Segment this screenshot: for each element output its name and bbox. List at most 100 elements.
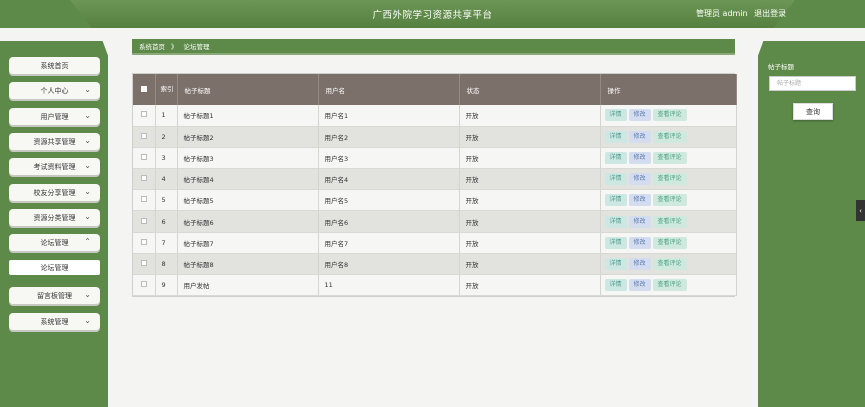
row-username: 用户名1 — [318, 105, 460, 127]
row-username: 用户名3 — [318, 147, 460, 170]
chevron-down-icon: ⌄ — [84, 290, 91, 299]
view-comments-button[interactable]: 查看评论 — [652, 130, 687, 143]
column-header-title: 帖子标题 — [177, 74, 319, 105]
sidebar-item-7[interactable]: 论坛管理 ⌃ — [9, 234, 100, 251]
user-role: 管理员 — [696, 9, 720, 18]
detail-button[interactable]: 详情 — [604, 257, 627, 270]
row-actions: 详情 修改 查看评论 — [600, 232, 737, 254]
sidebar-item-6[interactable]: 资源分类管理 ⌄ — [9, 209, 100, 226]
table-row: 2 帖子标题2 用户名2 开放 详情 修改 查看评论 — [133, 126, 737, 148]
row-username: 11 — [318, 274, 460, 297]
select-all-checkbox[interactable] — [141, 85, 147, 92]
breadcrumb-current: 论坛管理 — [183, 43, 210, 51]
view-comments-button[interactable]: 查看评论 — [652, 279, 687, 292]
search-input[interactable] — [769, 76, 856, 91]
table-row: 6 帖子标题6 用户名6 开放 详情 修改 查看评论 — [133, 210, 737, 233]
row-index: 1 — [155, 105, 178, 127]
row-title: 帖子标题5 — [177, 189, 319, 212]
chevron-left-icon[interactable]: ‹ — [856, 200, 865, 221]
row-checkbox-cell — [133, 210, 156, 233]
row-index: 9 — [155, 274, 178, 297]
username: admin — [722, 9, 748, 18]
sidebar-item-1[interactable]: 个人中心 ⌄ — [9, 82, 100, 99]
row-actions: 详情 修改 查看评论 — [600, 189, 737, 212]
row-checkbox-cell — [133, 274, 156, 297]
sidebar-item-label: 考试资料管理 — [33, 162, 76, 171]
sidebar-item-4[interactable]: 考试资料管理 ⌄ — [9, 158, 100, 175]
row-checkbox-cell — [133, 168, 156, 191]
row-checkbox[interactable] — [141, 238, 147, 245]
sidebar-subitem-forum[interactable]: 论坛管理 — [9, 260, 100, 275]
sidebar-item-3[interactable]: 资源共享管理 ⌄ — [9, 133, 100, 150]
edit-button[interactable]: 修改 — [628, 130, 651, 143]
breadcrumb: 系统首页 》 论坛管理 — [132, 39, 735, 55]
view-comments-button[interactable]: 查看评论 — [652, 151, 687, 164]
column-header-username: 用户名 — [318, 74, 460, 105]
view-comments-button[interactable]: 查看评论 — [652, 109, 687, 122]
view-comments-button[interactable]: 查看评论 — [652, 257, 687, 270]
column-header-status: 状态 — [459, 74, 601, 105]
detail-button[interactable]: 详情 — [604, 279, 627, 292]
view-comments-button[interactable]: 查看评论 — [652, 215, 687, 228]
chevron-down-icon: ⌄ — [84, 161, 91, 170]
row-title: 用户发帖 — [177, 274, 319, 297]
edit-button[interactable]: 修改 — [628, 215, 651, 228]
row-index: 4 — [155, 168, 178, 191]
detail-button[interactable]: 详情 — [604, 109, 627, 122]
logout-link[interactable]: 退出登录 — [754, 8, 786, 19]
sidebar-item-label: 留言板管理 — [37, 291, 72, 300]
row-checkbox-cell — [133, 253, 156, 276]
row-index: 8 — [155, 253, 178, 276]
search-button[interactable]: 查询 — [793, 103, 833, 120]
edit-button[interactable]: 修改 — [628, 151, 651, 164]
row-actions: 详情 修改 查看评论 — [600, 253, 737, 276]
row-checkbox[interactable] — [141, 132, 147, 139]
detail-button[interactable]: 详情 — [604, 130, 627, 143]
breadcrumb-home[interactable]: 系统首页 — [139, 41, 165, 51]
sidebar-item-2[interactable]: 用户管理 ⌄ — [9, 108, 100, 125]
view-comments-button[interactable]: 查看评论 — [652, 236, 687, 249]
table-row: 9 用户发帖 11 开放 详情 修改 查看评论 — [133, 274, 737, 297]
sidebar-item-9[interactable]: 留言板管理 ⌄ — [9, 287, 100, 304]
row-title: 帖子标题8 — [177, 253, 319, 276]
detail-button[interactable]: 详情 — [604, 151, 627, 164]
row-checkbox[interactable] — [141, 217, 147, 224]
chevron-up-icon: ⌃ — [84, 237, 91, 246]
row-checkbox[interactable] — [141, 281, 147, 288]
sidebar-item-label: 论坛管理 — [40, 263, 69, 272]
sidebar-item-0[interactable]: 系统首页 — [9, 57, 100, 74]
chevron-down-icon: ⌄ — [84, 316, 91, 325]
row-checkbox-cell — [133, 105, 156, 127]
detail-button[interactable]: 详情 — [604, 173, 627, 186]
edit-button[interactable]: 修改 — [628, 236, 651, 249]
detail-button[interactable]: 详情 — [604, 215, 627, 228]
table-row: 5 帖子标题5 用户名5 开放 详情 修改 查看评论 — [133, 189, 737, 212]
row-actions: 详情 修改 查看评论 — [600, 274, 737, 297]
edit-button[interactable]: 修改 — [628, 109, 651, 122]
chevron-down-icon: ⌄ — [84, 111, 91, 120]
row-checkbox-cell — [133, 147, 156, 170]
row-checkbox[interactable] — [141, 175, 147, 182]
detail-button[interactable]: 详情 — [604, 194, 627, 207]
detail-button[interactable]: 详情 — [604, 236, 627, 249]
row-checkbox[interactable] — [141, 153, 147, 160]
select-all-cell — [133, 74, 156, 105]
view-comments-button[interactable]: 查看评论 — [652, 194, 687, 207]
edit-button[interactable]: 修改 — [628, 279, 651, 292]
row-checkbox[interactable] — [141, 111, 147, 118]
chevron-down-icon: ⌄ — [84, 212, 91, 221]
edit-button[interactable]: 修改 — [628, 173, 651, 186]
sidebar-item-10[interactable]: 系统管理 ⌄ — [9, 313, 100, 330]
row-username: 用户名2 — [318, 126, 460, 148]
sidebar-item-label: 资源共享管理 — [33, 137, 76, 146]
edit-button[interactable]: 修改 — [628, 194, 651, 207]
sidebar-item-5[interactable]: 校友分享管理 ⌄ — [9, 184, 100, 201]
view-comments-button[interactable]: 查看评论 — [652, 173, 687, 186]
breadcrumb-separator: 》 — [171, 43, 178, 51]
edit-button[interactable]: 修改 — [628, 257, 651, 270]
row-checkbox[interactable] — [141, 259, 147, 266]
column-header-index: 索引 — [155, 74, 178, 105]
row-checkbox[interactable] — [141, 196, 147, 203]
row-actions: 详情 修改 查看评论 — [600, 105, 737, 127]
row-username: 用户名6 — [318, 210, 460, 233]
